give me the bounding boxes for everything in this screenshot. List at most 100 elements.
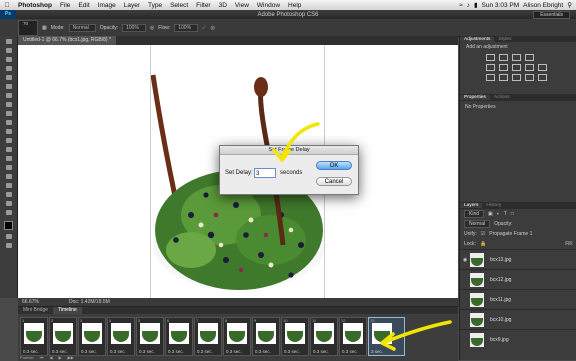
brush-preset-picker[interactable]: 70 bbox=[18, 19, 38, 36]
layer-row[interactable]: bcx12.jpg bbox=[460, 269, 576, 289]
next-frame-icon[interactable]: ▶▶ bbox=[68, 355, 74, 360]
tab-history[interactable]: History bbox=[482, 203, 505, 208]
layer-row[interactable]: bcx11.jpg bbox=[460, 289, 576, 309]
document-size[interactable]: Doc: 1.42M/18.5M bbox=[69, 299, 110, 305]
timeline-frame[interactable]: 8 0.3 sec. bbox=[223, 317, 251, 356]
cancel-button[interactable]: Cancel bbox=[316, 177, 352, 186]
frame-delay[interactable]: 0.3 sec. bbox=[110, 349, 126, 354]
menubar-clock[interactable]: Sun 3:03 PM bbox=[482, 2, 520, 9]
posterize-icon[interactable] bbox=[499, 74, 508, 81]
tab-layers[interactable]: Layers bbox=[460, 203, 483, 208]
flow-field[interactable]: 100% bbox=[174, 23, 199, 32]
color-balance-icon[interactable] bbox=[499, 64, 508, 71]
gradient-map-icon[interactable] bbox=[525, 74, 534, 81]
timeline-frame[interactable]: 4 0.3 sec. bbox=[107, 317, 135, 356]
loop-select[interactable]: Forever bbox=[20, 355, 34, 360]
timeline-frame[interactable]: 5 0.3 sec. bbox=[136, 317, 164, 356]
timeline-frame[interactable]: 6 0.3 sec. bbox=[165, 317, 193, 356]
menu-help[interactable]: Help bbox=[284, 2, 305, 9]
propagate-checkbox[interactable]: ☑ bbox=[481, 231, 485, 237]
battery-icon[interactable]: ▮ bbox=[474, 1, 478, 9]
spotlight-icon[interactable]: ⚲ bbox=[567, 1, 572, 9]
crop-tool-icon[interactable] bbox=[4, 74, 14, 81]
hand-tool-icon[interactable] bbox=[4, 200, 14, 207]
frame-delay[interactable]: 0.3 sec. bbox=[52, 349, 68, 354]
mode-select[interactable]: Normal bbox=[68, 23, 96, 32]
pressure-opacity-icon[interactable]: ◎ bbox=[150, 25, 154, 31]
tab-timeline[interactable]: Timeline bbox=[53, 307, 82, 314]
tab-properties[interactable]: Properties bbox=[460, 95, 490, 100]
filter-shape-icon[interactable]: □ bbox=[511, 211, 514, 217]
frame-delay[interactable]: 0.3 sec. bbox=[168, 349, 184, 354]
menu-app[interactable]: Photoshop bbox=[14, 2, 56, 9]
quick-mask-icon[interactable] bbox=[4, 233, 14, 240]
apple-icon[interactable]:  bbox=[0, 2, 14, 9]
filter-adjust-icon[interactable]: ◐ bbox=[497, 211, 500, 217]
frame-delay[interactable]: 3 sec. bbox=[371, 349, 383, 354]
menu-file[interactable]: File bbox=[56, 2, 74, 9]
invert-icon[interactable] bbox=[486, 74, 495, 81]
brush-panel-icon[interactable]: ▦ bbox=[42, 25, 47, 31]
opacity-field[interactable]: 100% bbox=[122, 23, 146, 32]
black-white-icon[interactable] bbox=[512, 64, 521, 71]
workspace-switcher[interactable]: Essentials bbox=[533, 11, 570, 19]
shape-tool-icon[interactable] bbox=[4, 191, 14, 198]
filter-type-icon[interactable]: T bbox=[504, 211, 507, 217]
move-tool-icon[interactable] bbox=[4, 38, 14, 45]
wifi-icon[interactable]: ≈ bbox=[459, 2, 463, 9]
timeline-frame[interactable]: 7 0.3 sec. bbox=[194, 317, 222, 356]
selective-color-icon[interactable] bbox=[538, 74, 547, 81]
timeline-frame[interactable]: 10 0.3 sec. bbox=[281, 317, 309, 356]
timeline-frame[interactable]: 9 0.3 sec. bbox=[252, 317, 280, 356]
prev-frame-icon[interactable]: ◀ bbox=[49, 355, 52, 360]
channel-mixer-icon[interactable] bbox=[538, 64, 547, 71]
blend-mode-select[interactable]: Normal bbox=[464, 220, 491, 228]
layer-kind-filter[interactable]: Kind bbox=[464, 210, 485, 218]
marquee-tool-icon[interactable] bbox=[4, 47, 14, 54]
timeline-frame[interactable]: 3 0.3 sec. bbox=[78, 317, 106, 356]
exposure-icon[interactable] bbox=[525, 54, 534, 61]
eyedropper-tool-icon[interactable] bbox=[4, 83, 14, 90]
layer-row[interactable]: bcx9.jpg bbox=[460, 329, 576, 349]
timeline-frame[interactable]: 11 0.3 sec. bbox=[310, 317, 338, 356]
timeline-frame[interactable]: 2 0.3 sec. bbox=[49, 317, 77, 356]
menu-select[interactable]: Select bbox=[166, 2, 192, 9]
brightness-contrast-icon[interactable] bbox=[486, 54, 495, 61]
type-tool-icon[interactable] bbox=[4, 173, 14, 180]
tab-actions[interactable]: Actions bbox=[490, 95, 514, 100]
frame-delay[interactable]: 0.3 sec. bbox=[23, 349, 39, 354]
quick-select-tool-icon[interactable] bbox=[4, 65, 14, 72]
frame-delay[interactable]: 0.3 sec. bbox=[284, 349, 300, 354]
zoom-tool-icon[interactable] bbox=[4, 209, 14, 216]
airbrush-icon[interactable]: ☄ bbox=[202, 25, 206, 31]
frame-delay[interactable]: 0.3 sec. bbox=[342, 349, 358, 354]
document-tab[interactable]: Untitled-1 @ 66.7% (bcx1.jpg, RGB/8) * bbox=[18, 36, 116, 45]
blur-tool-icon[interactable] bbox=[4, 146, 14, 153]
hue-saturation-icon[interactable] bbox=[486, 64, 495, 71]
history-brush-tool-icon[interactable] bbox=[4, 119, 14, 126]
menu-filter[interactable]: Filter bbox=[192, 2, 214, 9]
gradient-tool-icon[interactable] bbox=[4, 137, 14, 144]
menubar-user[interactable]: Alison Ebright bbox=[523, 2, 563, 9]
timeline-frame[interactable]: 1 0.3 sec. bbox=[20, 317, 48, 356]
menu-3d[interactable]: 3D bbox=[215, 2, 231, 9]
timeline-frame[interactable]: 12 0.3 sec. bbox=[339, 317, 367, 356]
layer-row[interactable]: bcx10.jpg bbox=[460, 309, 576, 329]
volume-icon[interactable]: ♪ bbox=[467, 2, 470, 9]
pressure-size-icon[interactable]: ◎ bbox=[211, 25, 215, 31]
frame-delay[interactable]: 0.3 sec. bbox=[226, 349, 242, 354]
color-swatches[interactable] bbox=[3, 221, 16, 233]
dodge-tool-icon[interactable] bbox=[4, 155, 14, 162]
pen-tool-icon[interactable] bbox=[4, 164, 14, 171]
play-icon[interactable]: ▶ bbox=[58, 355, 61, 360]
frame-delay[interactable]: 0.3 sec. bbox=[81, 349, 97, 354]
visibility-eye-icon[interactable]: ◉ bbox=[460, 257, 470, 263]
brush-tool-icon[interactable] bbox=[4, 101, 14, 108]
levels-icon[interactable] bbox=[499, 54, 508, 61]
first-frame-icon[interactable]: ⏮ bbox=[40, 355, 44, 360]
delay-input[interactable]: 3 bbox=[254, 168, 276, 178]
menu-edit[interactable]: Edit bbox=[74, 2, 93, 9]
tab-mini-bridge[interactable]: Mini Bridge bbox=[18, 307, 53, 314]
eraser-tool-icon[interactable] bbox=[4, 128, 14, 135]
screen-mode-icon[interactable] bbox=[4, 242, 14, 249]
